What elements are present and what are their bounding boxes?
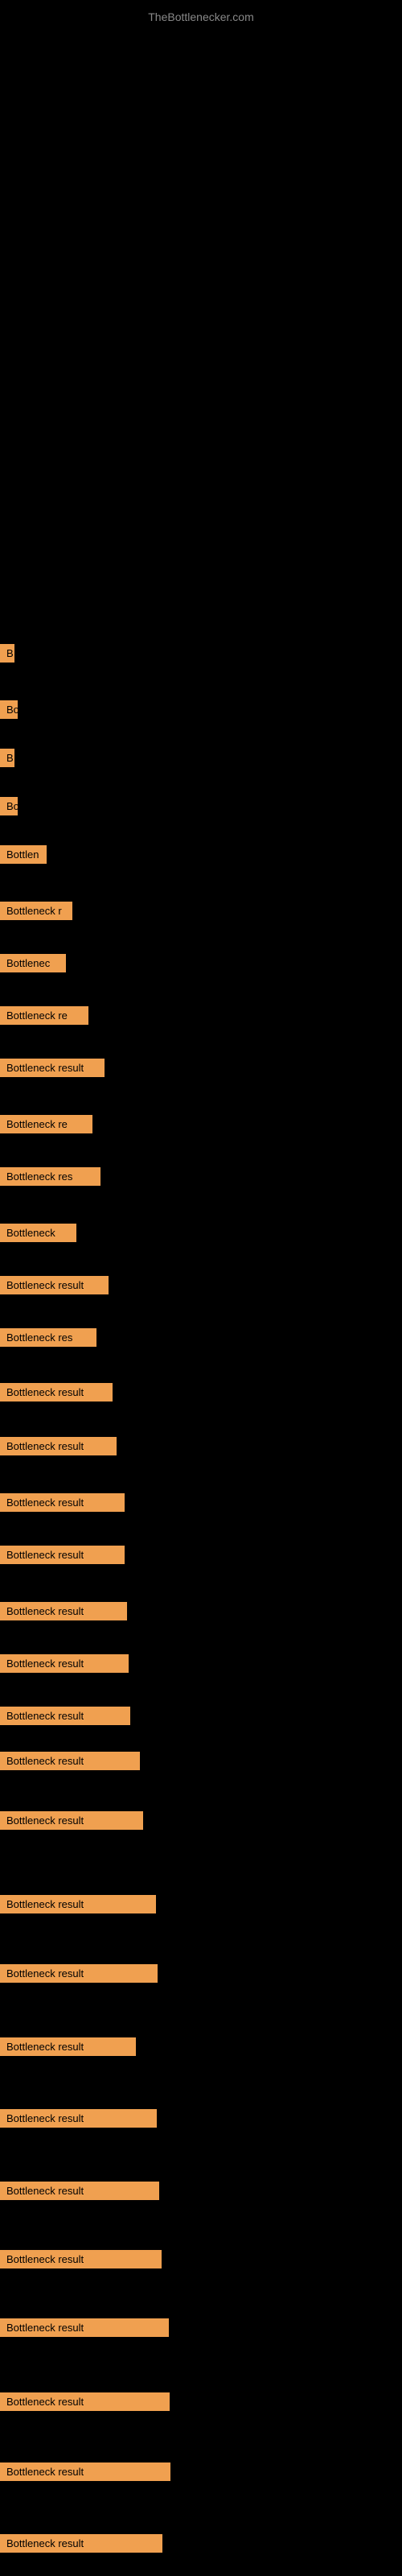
bottleneck-item: Bottlen (0, 845, 47, 864)
bottleneck-item: Bottleneck result (0, 2392, 170, 2411)
bottleneck-item: Bottleneck result (0, 1383, 113, 1402)
bottleneck-item: Bottleneck result (0, 2462, 170, 2481)
bottleneck-item: Bottleneck result (0, 2534, 162, 2553)
bottleneck-item: Bottleneck re (0, 1006, 88, 1025)
bottleneck-item: Bo (0, 700, 18, 719)
bottleneck-item: Bottleneck result (0, 1493, 125, 1512)
bottleneck-item: Bottleneck result (0, 1602, 127, 1620)
bottleneck-item: Bottleneck result (0, 1752, 140, 1770)
bottleneck-item: Bottleneck result (0, 2182, 159, 2200)
bottleneck-item: Bottleneck result (0, 2318, 169, 2337)
bottleneck-item: Bottleneck result (0, 1895, 156, 1913)
bottleneck-item: Bottleneck res (0, 1167, 100, 1186)
bottleneck-item: B (0, 749, 14, 767)
bottleneck-item: Bottleneck (0, 1224, 76, 1242)
bottleneck-item: Bottleneck result (0, 2109, 157, 2128)
bottleneck-item: Bottleneck result (0, 1437, 117, 1455)
bottleneck-item: Bo (0, 797, 18, 815)
bottleneck-item: Bottleneck result (0, 1654, 129, 1673)
bottleneck-item: B (0, 644, 14, 663)
bottleneck-item: Bottleneck result (0, 1059, 105, 1077)
bottleneck-item: Bottleneck result (0, 1811, 143, 1830)
bottleneck-item: Bottleneck result (0, 1707, 130, 1725)
bottleneck-item: Bottleneck res (0, 1328, 96, 1347)
bottleneck-item: Bottleneck result (0, 1276, 109, 1294)
bottleneck-item: Bottleneck result (0, 1964, 158, 1983)
bottleneck-item: Bottleneck result (0, 1546, 125, 1564)
bottleneck-item: Bottleneck result (0, 2250, 162, 2268)
bottleneck-item: Bottleneck r (0, 902, 72, 920)
site-title: TheBottlenecker.com (0, 4, 402, 30)
bottleneck-item: Bottleneck result (0, 2037, 136, 2056)
bottleneck-item: Bottlenec (0, 954, 66, 972)
bottleneck-item: Bottleneck re (0, 1115, 92, 1133)
